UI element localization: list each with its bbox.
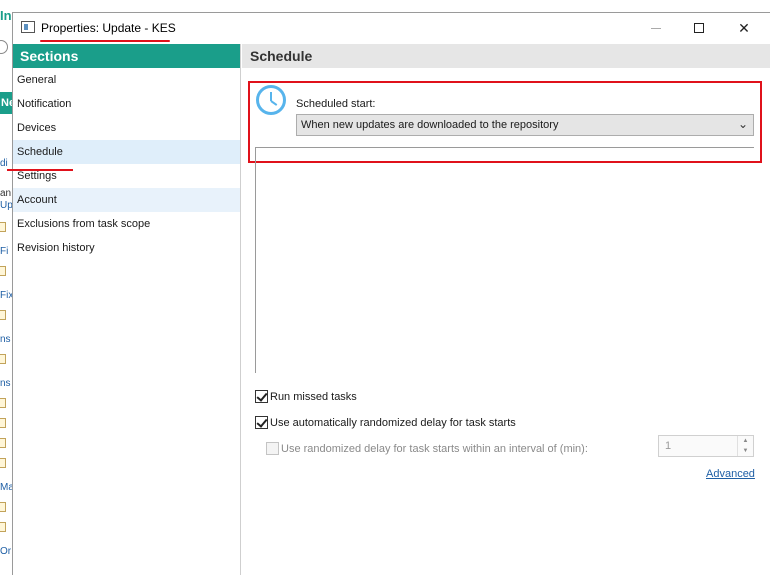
bg-folder-icon (0, 222, 6, 232)
minimize-button[interactable] (641, 17, 671, 39)
interval-stepper: 1 ▲ ▼ (658, 435, 754, 457)
random-delay-interval-checkbox (266, 442, 279, 455)
bg-text-fragment: Ma (0, 482, 12, 493)
properties-dialog: Properties: Update - KES ✕ Sections Gene… (7, 12, 770, 575)
schedule-details-panel (255, 147, 754, 373)
bg-folder-icon (0, 418, 6, 428)
section-item-account[interactable]: Account (13, 188, 240, 212)
bg-text-fragment: ns (0, 378, 11, 389)
bg-circle-icon (0, 40, 8, 54)
bg-text-fragment: Fi (0, 246, 9, 257)
minimize-icon (651, 27, 661, 29)
bg-folder-icon (0, 354, 6, 364)
schedule-annotation-underline (7, 169, 73, 171)
auto-random-delay-label: Use automatically randomized delay for t… (270, 416, 516, 429)
section-item-revision-history[interactable]: Revision history (13, 236, 240, 260)
bg-text-fragment: di (0, 158, 8, 169)
random-delay-interval-label: Use randomized delay for task starts wit… (281, 442, 588, 455)
section-item-settings[interactable]: Settings (13, 164, 240, 188)
bg-folder-icon (0, 438, 6, 448)
window-icon (21, 21, 35, 33)
advanced-link[interactable]: Advanced (706, 468, 755, 480)
stepper-buttons: ▲ ▼ (737, 436, 753, 456)
sections-pane: Sections General Notification Devices Sc… (7, 44, 241, 575)
bg-folder-icon (0, 398, 6, 408)
sections-header: Sections (13, 44, 240, 68)
bg-text-fragment: an (0, 188, 12, 199)
random-delay-interval-option: Use randomized delay for task starts wit… (266, 442, 588, 455)
section-item-notification[interactable]: Notification (13, 92, 240, 116)
interval-value: 1 (665, 440, 672, 452)
close-icon: ✕ (738, 19, 750, 36)
bg-text-fragment: Or (0, 546, 12, 557)
title-bar[interactable]: Properties: Update - KES ✕ (13, 13, 770, 43)
auto-random-delay-checkbox[interactable] (255, 416, 268, 429)
bg-button-fragment: Ne (0, 92, 12, 114)
section-item-schedule[interactable]: Schedule (13, 140, 240, 164)
section-item-exclusions[interactable]: Exclusions from task scope (13, 212, 240, 236)
schedule-content-pane: Schedule Scheduled start: When new updat… (242, 44, 770, 575)
stepper-up-icon: ▲ (742, 438, 749, 444)
maximize-icon (694, 23, 704, 33)
bg-text-fragment: Fix (0, 290, 12, 301)
title-annotation-underline (40, 40, 170, 42)
maximize-button[interactable] (684, 17, 714, 39)
bg-folder-icon (0, 310, 6, 320)
run-missed-tasks-label: Run missed tasks (270, 390, 357, 403)
bg-title-fragment: In (0, 8, 12, 23)
auto-random-delay-option[interactable]: Use automatically randomized delay for t… (255, 416, 516, 429)
run-missed-tasks-checkbox[interactable] (255, 390, 268, 403)
background-window: In Ne di an Up Fi Fix ns ns Ma Or (0, 0, 12, 575)
bg-folder-icon (0, 522, 6, 532)
stepper-down-icon: ▼ (742, 448, 749, 454)
run-missed-tasks-option[interactable]: Run missed tasks (255, 390, 357, 403)
section-item-general[interactable]: General (13, 68, 240, 92)
dialog-title: Properties: Update - KES (41, 21, 176, 35)
bg-text-fragment: ns (0, 334, 11, 345)
bg-folder-icon (0, 458, 6, 468)
bg-folder-icon (0, 502, 6, 512)
section-item-devices[interactable]: Devices (13, 116, 240, 140)
bg-text-fragment: Up (0, 200, 12, 211)
bg-folder-icon (0, 266, 6, 276)
close-button[interactable]: ✕ (729, 17, 759, 39)
content-header: Schedule (242, 44, 770, 68)
